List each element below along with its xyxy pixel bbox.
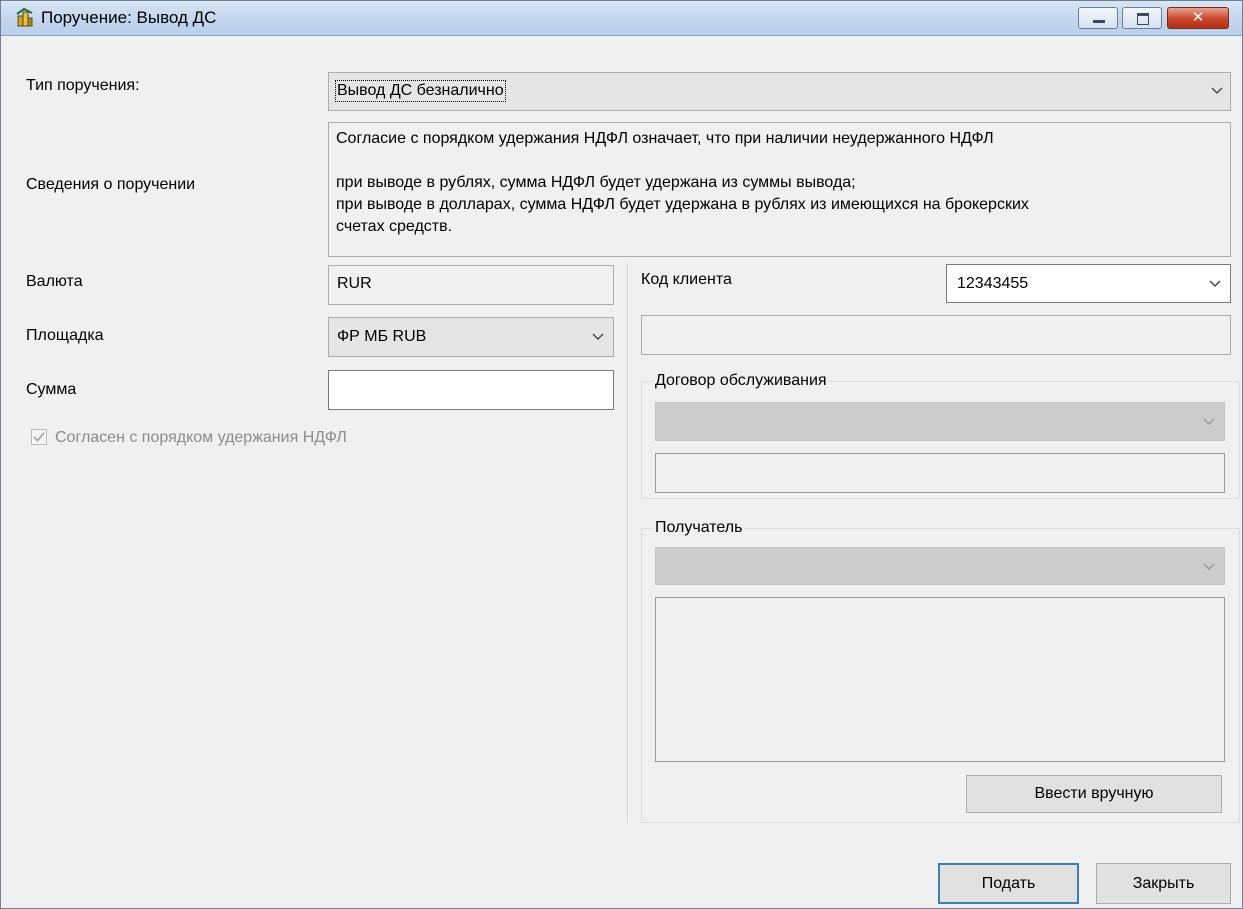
order-info-text: Согласие с порядком удержания НДФЛ означ… xyxy=(328,122,1231,257)
close-button[interactable]: Закрыть xyxy=(1096,863,1231,904)
currency-field: RUR xyxy=(328,265,614,305)
agree-label: Согласен с порядком удержания НДФЛ xyxy=(55,429,347,446)
chevron-down-icon xyxy=(1208,277,1222,291)
recipient-label: Получатель xyxy=(653,519,745,537)
currency-value: RUR xyxy=(337,275,372,292)
manual-entry-button[interactable]: Ввести вручную xyxy=(966,775,1222,813)
close-window-button[interactable]: ✕ xyxy=(1167,7,1229,29)
agree-checkbox[interactable] xyxy=(31,429,47,445)
title-bar[interactable]: Поручение: Вывод ДС ✕ xyxy=(1,1,1242,36)
manual-entry-label: Ввести вручную xyxy=(1034,785,1154,802)
info-line: счетах средств. xyxy=(336,218,453,235)
order-info-label: Сведения о поручении xyxy=(26,176,196,193)
client-code-label: Код клиента xyxy=(641,271,732,288)
client-code-value: 12343455 xyxy=(957,275,1029,292)
amount-input[interactable] xyxy=(328,370,614,410)
client-code-select[interactable]: 12343455 xyxy=(946,264,1231,303)
chevron-down-icon xyxy=(1202,415,1216,429)
platform-select[interactable]: ФР МБ RUB xyxy=(328,317,614,357)
column-separator xyxy=(627,263,629,823)
order-window: Поручение: Вывод ДС ✕ Тип поручения: Выв… xyxy=(0,0,1243,909)
close-icon: ✕ xyxy=(1191,9,1205,26)
chevron-down-icon xyxy=(1210,84,1224,98)
order-type-value: Вывод ДС безналично xyxy=(335,80,506,102)
chevron-down-icon xyxy=(1202,560,1216,574)
client-name-field xyxy=(641,315,1231,355)
info-line: при выводе в рублях, сумма НДФЛ будет уд… xyxy=(336,174,856,191)
maximize-button[interactable] xyxy=(1122,7,1162,29)
minimize-button[interactable] xyxy=(1078,7,1118,29)
window-title: Поручение: Вывод ДС xyxy=(41,8,217,27)
service-contract-select[interactable] xyxy=(655,402,1225,441)
submit-button[interactable]: Подать xyxy=(938,863,1079,904)
platform-value: ФР МБ RUB xyxy=(337,328,427,345)
minimize-icon xyxy=(1093,20,1105,23)
chevron-down-icon xyxy=(591,330,605,344)
close-label: Закрыть xyxy=(1132,875,1195,892)
currency-label: Валюта xyxy=(26,273,83,290)
recipient-select[interactable] xyxy=(655,547,1225,585)
app-icon xyxy=(15,7,35,28)
service-contract-details xyxy=(655,453,1225,493)
recipient-details xyxy=(655,597,1225,762)
info-line: Согласие с порядком удержания НДФЛ означ… xyxy=(336,130,994,147)
order-type-label: Тип поручения: xyxy=(26,77,140,94)
info-line: при выводе в долларах, сумма НДФЛ будет … xyxy=(336,196,1029,213)
amount-label: Сумма xyxy=(26,381,77,398)
service-contract-label: Договор обслуживания xyxy=(653,372,829,390)
maximize-icon xyxy=(1137,13,1149,25)
order-type-select[interactable]: Вывод ДС безналично xyxy=(328,72,1231,111)
checkmark-icon xyxy=(33,432,45,442)
submit-label: Подать xyxy=(981,875,1036,892)
platform-label: Площадка xyxy=(26,327,104,344)
